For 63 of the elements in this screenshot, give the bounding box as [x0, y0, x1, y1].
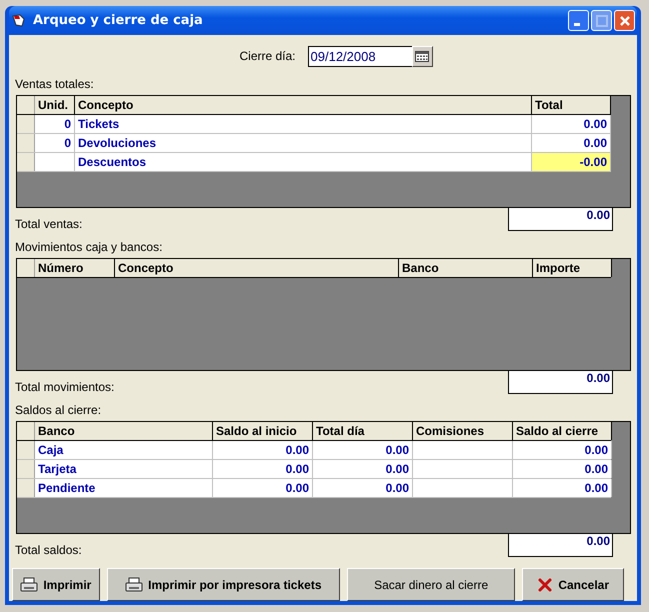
column-header[interactable]: Número [35, 259, 115, 277]
app-icon [11, 12, 27, 28]
total-label: Total movimientos: [15, 380, 114, 394]
table-cell: 0.00 [513, 479, 612, 497]
column-header[interactable]: Concepto [75, 96, 532, 114]
cancel-icon [537, 576, 554, 592]
table-cell: 0.00 [213, 441, 313, 459]
table-cell: Tickets [75, 115, 532, 133]
table-cell: 0.00 [313, 460, 413, 478]
column-header[interactable]: Concepto [115, 259, 399, 277]
action-button[interactable]: Sacar dinero al cierre [346, 568, 516, 601]
column-header[interactable]: Unid. [35, 96, 75, 114]
printer-icon [125, 576, 144, 592]
column-header[interactable]: Comisiones [413, 422, 513, 440]
minimize-icon [574, 22, 580, 26]
total-field: 0.00 [508, 371, 613, 394]
table-cell: 0.00 [532, 134, 611, 152]
row-header [17, 134, 35, 152]
table-cell: 0.00 [313, 441, 413, 459]
table-cell: 0.00 [313, 479, 413, 497]
table-cell: Pendiente [35, 479, 213, 497]
close-button[interactable] [614, 10, 635, 31]
table-cell: Caja [35, 441, 213, 459]
action-button[interactable]: Imprimir [12, 568, 100, 601]
row-header [17, 153, 35, 171]
table-cell: 0.00 [213, 479, 313, 497]
section-label: Ventas totales: [15, 77, 95, 92]
table-cell: 0.00 [532, 115, 611, 133]
date-label: Cierre día: [239, 49, 296, 63]
row-header [17, 460, 35, 478]
minimize-button[interactable] [568, 10, 589, 31]
column-header[interactable]: Total día [313, 422, 413, 440]
maximize-button[interactable] [591, 10, 612, 31]
row-header [17, 479, 35, 497]
column-header[interactable]: Banco [35, 422, 213, 440]
table-cell: 0.00 [213, 460, 313, 478]
printer-icon [20, 576, 38, 592]
calendar-icon [415, 50, 430, 62]
table-cell: 0 [35, 115, 75, 133]
action-button[interactable]: Cancelar [522, 568, 624, 601]
table-cell: 0.00 [513, 441, 612, 459]
calendar-button[interactable] [412, 46, 433, 66]
total-field: 0.00 [508, 534, 613, 557]
window-title: Arqueo y cierre de caja [33, 13, 204, 28]
table-cell: Tarjeta [35, 460, 213, 478]
total-label: Total saldos: [15, 543, 82, 557]
section-label: Movimientos caja y bancos: [15, 240, 164, 255]
column-header[interactable]: Saldo al cierre [513, 422, 612, 440]
date-field[interactable]: 09/12/2008 [308, 46, 412, 66]
total-field: 0.00 [508, 208, 613, 231]
maximize-icon [596, 14, 608, 26]
column-header[interactable]: Banco [399, 259, 533, 277]
action-button[interactable]: Imprimir por impresora tickets [106, 568, 340, 601]
table-cell: Devoluciones [75, 134, 532, 152]
close-icon [618, 14, 630, 26]
section-label: Saldos al cierre: [15, 403, 102, 418]
column-header[interactable]: Saldo al inicio [213, 422, 313, 440]
table-cell: 0.00 [513, 460, 612, 478]
table-cell: -0.00 [532, 153, 611, 171]
total-label: Total ventas: [15, 217, 82, 231]
column-header[interactable]: Importe [533, 259, 612, 277]
column-header[interactable]: Total [532, 96, 611, 114]
table-cell: 0 [35, 134, 75, 152]
